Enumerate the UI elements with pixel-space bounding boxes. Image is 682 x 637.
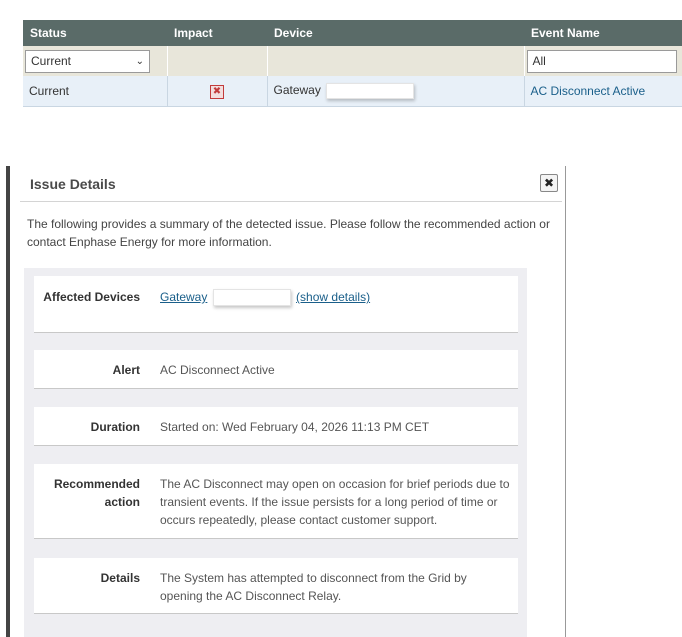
duration-card: Duration Started on: Wed February 04, 20… [34, 407, 518, 446]
column-header-device[interactable]: Device [267, 20, 524, 46]
affected-devices-card: Affected Devices Gateway (show details) [34, 276, 518, 333]
redacted-serial [212, 289, 291, 307]
dialog-header: Issue Details ✖ [20, 166, 562, 202]
event-name-filter-select[interactable]: All [526, 49, 677, 73]
affected-device-link[interactable]: Gateway [160, 290, 207, 304]
status-cell: Current [23, 76, 168, 107]
duration-label: Duration [90, 420, 140, 434]
close-icon: ✖ [543, 176, 555, 190]
issue-summary-panel: Affected Devices Gateway (show details) … [24, 268, 527, 637]
alert-value: AC Disconnect Active [160, 363, 275, 377]
error-x-icon: ✖ [210, 84, 224, 99]
details-card: Details The System has attempted to disc… [34, 558, 518, 614]
recommended-action-label: Recommended action [53, 477, 140, 509]
details-value: The System has attempted to disconnect f… [160, 571, 467, 603]
close-button[interactable]: ✖ [540, 174, 558, 192]
affected-devices-value: Gateway (show details) [160, 288, 512, 307]
dialog-intro-text: The following provides a summary of the … [27, 217, 550, 249]
alert-label: Alert [112, 363, 140, 377]
show-details-link[interactable]: (show details) [296, 290, 370, 304]
event-name-cell: AC Disconnect Active [524, 76, 682, 107]
impact-filter-cell [167, 46, 268, 76]
status-filter-select[interactable]: Current ⌄ [25, 49, 150, 73]
chevron-down-icon: ⌄ [135, 55, 144, 67]
recommended-action-value: The AC Disconnect may open on occasion f… [160, 477, 510, 527]
dialog-title: Issue Details [30, 176, 116, 192]
device-cell: Gateway [267, 76, 525, 107]
column-header-event-name[interactable]: Event Name [524, 20, 682, 46]
table-header-row: Status Impact Device Event Name [23, 20, 682, 46]
issue-details-dialog: Issue Details ✖ The following provides a… [6, 166, 566, 637]
table-row[interactable]: Current ✖ Gateway AC Disconnect Active [23, 76, 682, 107]
duration-value: Started on: Wed February 04, 2026 11:13 … [160, 420, 430, 434]
column-header-impact[interactable]: Impact [167, 20, 267, 46]
event-name-link[interactable]: AC Disconnect Active [531, 84, 646, 98]
column-header-status[interactable]: Status [23, 20, 167, 46]
affected-devices-label: Affected Devices [43, 290, 140, 304]
device-filter-cell [267, 46, 525, 76]
alert-card: Alert AC Disconnect Active [34, 350, 518, 389]
impact-cell: ✖ [167, 76, 268, 107]
filter-row: Current ⌄ All [23, 46, 682, 76]
event-name-filter-value: All [532, 54, 546, 68]
device-name: Gateway [273, 82, 321, 97]
recommended-action-card: Recommended action The AC Disconnect may… [34, 464, 518, 539]
events-table: Status Impact Device Event Name Current … [23, 20, 682, 107]
redacted-serial [326, 82, 415, 99]
details-label: Details [100, 571, 140, 585]
status-filter-value: Current [31, 54, 72, 68]
